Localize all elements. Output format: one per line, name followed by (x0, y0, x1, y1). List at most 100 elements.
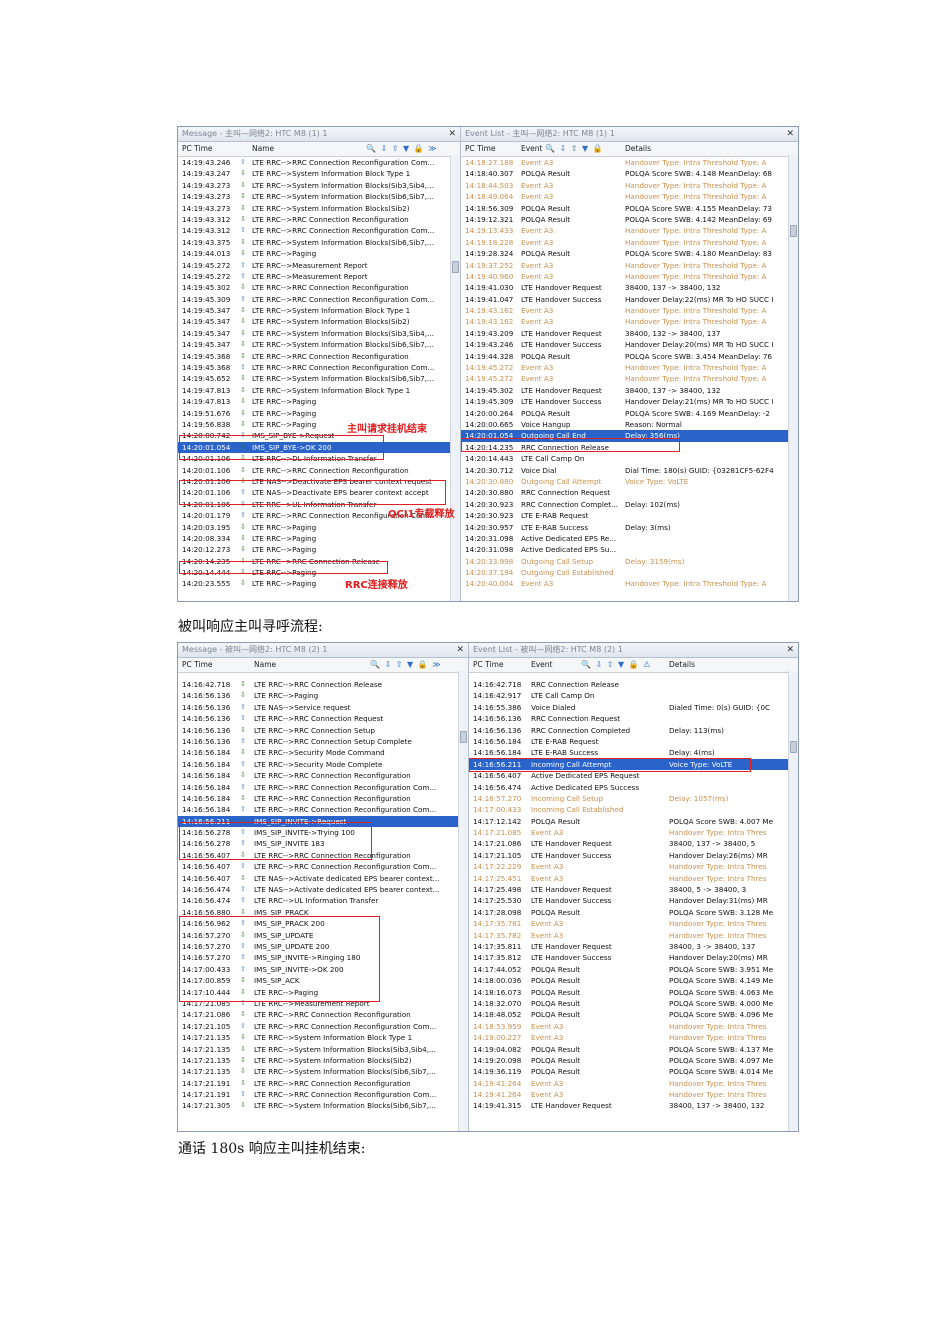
table-row[interactable]: 14:17:25.498 LTE Handover Request 38400, 5… (469, 884, 798, 895)
scrollbar[interactable] (788, 155, 798, 601)
table-row[interactable]: 14:19:45.272 ⇧ LTE RRC-->Measurement Repor… (178, 260, 460, 271)
close-icon[interactable]: ✕ (786, 127, 794, 141)
table-row[interactable]: 14:17:21.191 ⇩ LTE RRC-->RRC Connection Re… (178, 1078, 468, 1089)
table-row[interactable]: 14:19:45.272 Event A3 Handover Type: Intra… (461, 373, 798, 384)
table-row[interactable]: 14:17:21.135 ⇩ LTE RRC-->System Informatio… (178, 1032, 468, 1043)
table-row[interactable]: 14:18:27.188 Event A3 Handover Type: Intra… (461, 157, 798, 168)
table-row[interactable]: 14:20:14.443 LTE Call Camp On (461, 453, 798, 464)
table-row[interactable]: 14:19:43.273 ⇩ LTE RRC-->System Informatio… (178, 203, 460, 214)
close-icon[interactable]: ✕ (456, 643, 464, 657)
table-row[interactable]: 14:17:44.052 POLQA Result POLQA Score SWB:… (469, 964, 798, 975)
table-row[interactable]: 14:19:45.368 ⇧ LTE RRC-->RRC Connection Re… (178, 362, 460, 373)
col-name[interactable]: Name (254, 658, 276, 672)
table-row[interactable]: 14:16:56.184 ⇩ LTE RRC-->RRC Connection Re… (178, 770, 468, 781)
table-row[interactable]: 14:16:42.718 ⇩ LTE RRC-->RRC Connection Re… (178, 679, 468, 690)
toolbar-icons[interactable]: 🔍 ⇩ ⇧ ▼ 🔒 ⚠ (581, 658, 651, 672)
table-row[interactable]: 14:16:42.718 RRC Connection Release (469, 679, 798, 690)
toolbar-icons[interactable]: 🔍 ⇩ ⇧ ▼ 🔒 ≫ (370, 658, 442, 672)
table-row[interactable]: 14:18:56.309 POLQA Result POLQA Score SWB:… (461, 203, 798, 214)
table-row[interactable]: 14:18:48.052 POLQA Result POLQA Score SWB:… (469, 1009, 798, 1020)
table-row[interactable]: 14:17:35.811 LTE Handover Request 38400, 3… (469, 941, 798, 952)
table-row[interactable]: 14:19:43.246 ⇧ LTE RRC-->RRC Connection Re… (178, 157, 460, 168)
table-row[interactable]: 14:17:28.098 POLQA Result POLQA Score SWB:… (469, 907, 798, 918)
table-row[interactable]: 14:20:00.665 Voice Hangup Reason: Normal (461, 419, 798, 430)
table-row[interactable]: 14:16:56.184 ⇧ LTE RRC-->RRC Connection Re… (178, 804, 468, 815)
table-row[interactable]: 14:20:08.334 ⇩ LTE RRC-->Paging (178, 533, 460, 544)
table-row[interactable]: 14:19:47.813 ⇩ LTE RRC-->System Informatio… (178, 385, 460, 396)
table-row[interactable]: 14:16:56.136 ⇧ LTE RRC-->RRC Connection Re… (178, 713, 468, 724)
table-row[interactable]: 14:20:30.880 Outgoing Call Attempt Voice T… (461, 476, 798, 487)
table-row[interactable]: 14:17:25.451 Event A3 Handover Type: Intra… (469, 873, 798, 884)
table-row[interactable]: 14:17:21.105 LTE Handover Success Handover… (469, 850, 798, 861)
table-row[interactable]: 14:19:44.328 POLQA Result POLQA Score SWB:… (461, 351, 798, 362)
col-pc-time[interactable]: PC Time (465, 142, 496, 156)
toolbar-icons[interactable]: 🔍 ⇩ ⇧ ▼ 🔒 ≫ (366, 142, 438, 156)
col-event[interactable]: Event (521, 142, 543, 156)
table-row[interactable]: 14:19:43.246 LTE Handover Success Handover… (461, 339, 798, 350)
table-row[interactable]: 14:20:30.712 Voice Dial Dial Time: 180(s) … (461, 465, 798, 476)
table-row[interactable]: 14:17:21.305 ⇩ LTE RRC-->System Informatio… (178, 1100, 468, 1111)
table-row[interactable]: 14:16:56.184 ⇩ LTE RRC-->Security Mode Com… (178, 747, 468, 758)
table-row[interactable]: 14:18:16.073 POLQA Result POLQA Score SWB:… (469, 987, 798, 998)
scrollbar[interactable] (788, 671, 798, 1131)
col-name[interactable]: Name (252, 142, 274, 156)
table-row[interactable]: 14:16:56.136 ⇩ LTE RRC-->Paging (178, 690, 468, 701)
table-row[interactable]: 14:19:41.315 LTE Handover Request 38400, 1… (469, 1100, 798, 1111)
table-row[interactable]: 14:19:37.252 Event A3 Handover Type: Intra… (461, 260, 798, 271)
col-details[interactable]: Details (625, 142, 651, 156)
table-row[interactable]: 14:17:21.085 Event A3 Handover Type: Intra… (469, 827, 798, 838)
table-row[interactable]: 14:16:56.136 RRC Connection Completed Dela… (469, 725, 798, 736)
table-row[interactable]: 14:19:45.347 ⇩ LTE RRC-->System Informatio… (178, 305, 460, 316)
table-row[interactable]: 14:16:56.474 ⇧ LTE RRC-->UL Information Tr… (178, 895, 468, 906)
table-row[interactable]: 14:19:12.321 POLQA Result POLQA Score SWB:… (461, 214, 798, 225)
scroll-thumb[interactable] (790, 741, 797, 753)
scroll-thumb[interactable] (460, 731, 467, 743)
table-row[interactable]: 14:16:55.386 Voice Dialed Dialed Time: 0(s… (469, 702, 798, 713)
table-row[interactable]: 14:19:45.347 ⇩ LTE RRC-->System Informatio… (178, 339, 460, 350)
table-row[interactable]: 14:17:21.191 ⇧ LTE RRC-->RRC Connection Re… (178, 1089, 468, 1100)
table-row[interactable]: 14:19:43.162 Event A3 Handover Type: Intra… (461, 305, 798, 316)
table-row[interactable]: 14:17:21.135 ⇩ LTE RRC-->System Informatio… (178, 1044, 468, 1055)
table-row[interactable]: 14:19:43.273 ⇩ LTE RRC-->System Informatio… (178, 191, 460, 202)
table-row[interactable]: 14:19:43.312 ⇩ LTE RRC-->RRC Connection Re… (178, 214, 460, 225)
table-row[interactable]: 14:19:43.273 ⇩ LTE RRC-->System Informatio… (178, 180, 460, 191)
table-row[interactable]: 14:16:56.184 ⇧ LTE RRC-->RRC Connection Re… (178, 782, 468, 793)
table-row[interactable]: 14:19:43.247 ⇩ LTE RRC-->System Informatio… (178, 168, 460, 179)
table-row[interactable]: 14:19:43.209 LTE Handover Request 38400, 1… (461, 328, 798, 339)
table-row[interactable]: 14:20:30.957 LTE E-RAB Success Delay: 3(ms… (461, 522, 798, 533)
table-row[interactable]: 14:19:47.813 ⇩ LTE RRC-->Paging (178, 396, 460, 407)
close-icon[interactable]: ✕ (448, 127, 456, 141)
table-row[interactable]: 14:16:56.407 ⇩ LTE NAS-->Activate dedicate… (178, 873, 468, 884)
table-row[interactable]: 14:19:40.960 Event A3 Handover Type: Intra… (461, 271, 798, 282)
table-row[interactable]: 14:17:35.782 Event A3 Handover Type: Intra… (469, 930, 798, 941)
table-row[interactable]: 14:18:00.036 POLQA Result POLQA Score SWB:… (469, 975, 798, 986)
table-row[interactable]: 14:19:45.309 ⇧ LTE RRC-->RRC Connection Re… (178, 294, 460, 305)
table-row[interactable]: 14:20:33.998 Outgoing Call Setup Delay: 31… (461, 556, 798, 567)
table-row[interactable]: 14:19:13.433 Event A3 Handover Type: Intra… (461, 225, 798, 236)
table-row[interactable]: 14:20:12.273 ⇩ LTE RRC-->Paging (178, 544, 460, 555)
col-pc-time[interactable]: PC Time (182, 658, 213, 672)
table-row[interactable]: 14:20:31.098 Active Dedicated EPS Su... (461, 544, 798, 555)
toolbar-icons[interactable]: 🔍 ⇩ ⇧ ▼ 🔒 (545, 142, 604, 156)
table-row[interactable]: 14:19:45.272 Event A3 Handover Type: Intra… (461, 362, 798, 373)
table-row[interactable]: 14:17:00.433 Incoming Call Established (469, 804, 798, 815)
table-row[interactable]: 14:16:56.136 ⇧ LTE RRC-->RRC Connection Se… (178, 736, 468, 747)
table-row[interactable]: 14:17:21.135 ⇩ LTE RRC-->System Informatio… (178, 1066, 468, 1077)
table-row[interactable]: 14:19:45.302 ⇩ LTE RRC-->RRC Connection Re… (178, 282, 460, 293)
table-row[interactable]: 14:20:23.555 ⇩ LTE RRC-->Paging (178, 578, 460, 589)
table-row[interactable]: 14:17:22.229 Event A3 Handover Type: Intra… (469, 861, 798, 872)
table-row[interactable]: 14:20:40.004 Event A3 Handover Type: Intra… (461, 578, 798, 589)
table-row[interactable]: 14:18:44.503 Event A3 Handover Type: Intra… (461, 180, 798, 191)
table-row[interactable]: 14:17:12.142 POLQA Result POLQA Score SWB:… (469, 816, 798, 827)
table-row[interactable]: 14:17:35.781 Event A3 Handover Type: Intra… (469, 918, 798, 929)
table-row[interactable]: 14:20:30.923 LTE E-RAB Request (461, 510, 798, 521)
table-row[interactable]: 14:17:25.530 LTE Handover Success Handover… (469, 895, 798, 906)
table-row[interactable]: 14:18:49.064 Event A3 Handover Type: Intra… (461, 191, 798, 202)
table-row[interactable]: 14:17:35.812 LTE Handover Success Handover… (469, 952, 798, 963)
table-row[interactable]: 14:16:56.407 ⇧ LTE RRC-->RRC Connection Re… (178, 861, 468, 872)
table-row[interactable]: 14:16:56.474 Active Dedicated EPS Success (469, 782, 798, 793)
table-row[interactable]: 14:20:37.194 Outgoing Call Established (461, 567, 798, 578)
table-row[interactable]: 14:19:44.013 ⇩ LTE RRC-->Paging (178, 248, 460, 259)
table-row[interactable]: 14:19:43.375 ⇩ LTE RRC-->System Informatio… (178, 237, 460, 248)
table-row[interactable]: 14:18:53.959 Event A3 Handover Type: Intra… (469, 1021, 798, 1032)
